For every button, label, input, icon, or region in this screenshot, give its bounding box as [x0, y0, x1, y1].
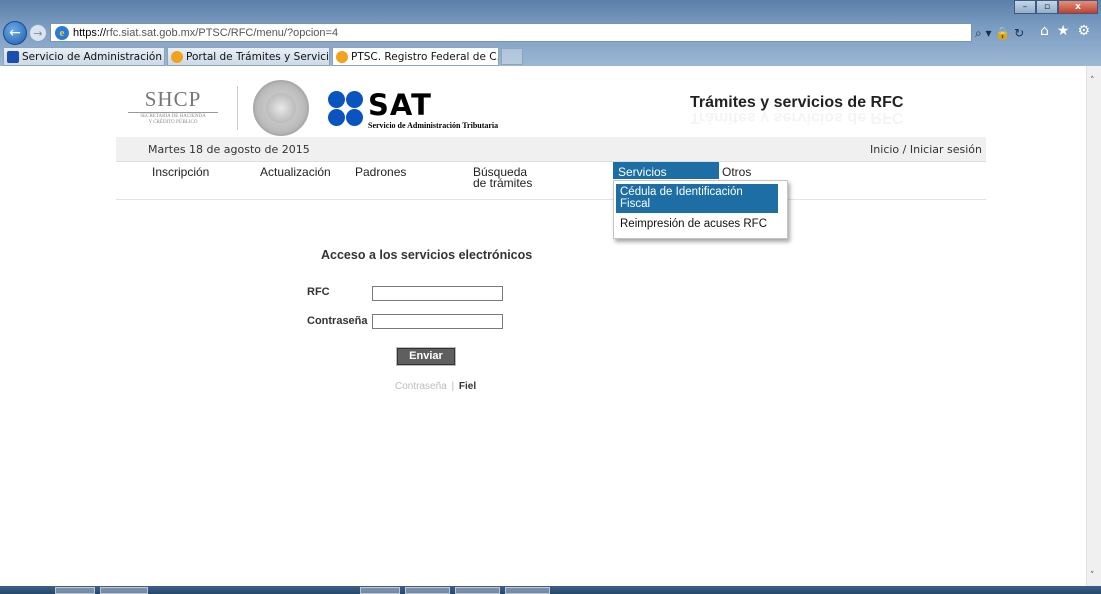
current-date: Martes 18 de agosto de 2015: [148, 143, 310, 156]
nav-item-servicios[interactable]: Servicios: [613, 162, 719, 179]
main-nav: Inscripción Actualización Padrones Búsqu…: [116, 162, 986, 200]
url-path: /PTSC/RFC/menu/?opcion=4: [195, 26, 339, 39]
settings-icon[interactable]: ⚙: [1077, 23, 1090, 43]
password-label: Contraseña: [307, 315, 368, 327]
taskbar-item[interactable]: [405, 587, 450, 594]
address-tools[interactable]: ⌕ ▾ 🔒 ↻: [975, 24, 1031, 42]
contrasena-link[interactable]: Contraseña: [395, 381, 447, 392]
dropdown-item-cedula[interactable]: Cédula de Identificación Fiscal: [616, 184, 778, 213]
nav-item-actualizacion[interactable]: Actualización: [260, 166, 331, 178]
tab-ptsc-active[interactable]: PTSC. Registro Federal de C... ×: [332, 47, 499, 66]
tab-strip: Servicio de Administración Tri... Portal…: [0, 46, 1101, 66]
enviar-button[interactable]: Enviar: [396, 347, 456, 366]
password-input[interactable]: [372, 314, 503, 329]
maximize-button[interactable]: ▫: [1036, 0, 1058, 14]
sat-logo: SAT Servicio de Administración Tributari…: [328, 88, 538, 131]
logo-divider: [237, 86, 238, 130]
sat-dot: [346, 91, 363, 108]
nav-item-busqueda-tramites[interactable]: Búsqueda de trámites: [473, 166, 543, 189]
scroll-down-icon[interactable]: ˅: [1090, 571, 1095, 581]
tab-label: Portal de Trámites y Servicios a...: [186, 50, 329, 63]
auth-method-links: Contraseña | Fiel: [395, 381, 476, 392]
sat-logo-subtitle: Servicio de Administración Tributaria: [368, 121, 499, 130]
taskbar-item[interactable]: [505, 587, 550, 594]
address-bar[interactable]: e https://rfc.siat.sat.gob.mx/PTSC/RFC/m…: [50, 23, 972, 42]
sat-dot: [328, 109, 345, 126]
login-links: Inicio / Iniciar sesión: [870, 143, 982, 156]
auth-link-separator: |: [451, 381, 455, 392]
tab-portal[interactable]: Portal de Trámites y Servicios a...: [167, 47, 330, 66]
page-title: Trámites y servicios de RFC: [690, 94, 904, 111]
rfc-label: RFC: [307, 286, 330, 298]
home-icon[interactable]: ⌂: [1040, 23, 1049, 43]
sat-dot: [346, 109, 363, 126]
taskbar-item[interactable]: [455, 587, 500, 594]
servicios-dropdown: Cédula de Identificación Fiscal Reimpres…: [613, 180, 788, 239]
sat-favicon-icon: [7, 50, 19, 63]
fiel-link[interactable]: Fiel: [459, 381, 476, 392]
favorites-icon[interactable]: ★: [1057, 23, 1070, 43]
window-controls: – ▫ x: [1014, 0, 1098, 14]
url-domain: rfc.siat.sat.gob.mx: [106, 26, 196, 39]
ie-favicon-icon: [171, 50, 183, 63]
toolbar-icons: ⌂ ★ ⚙: [1040, 23, 1100, 43]
date-bar: Martes 18 de agosto de 2015 Inicio / Ini…: [116, 137, 986, 162]
os-taskbar: [0, 586, 1101, 594]
taskbar-item[interactable]: [55, 587, 95, 594]
seal-center: [266, 93, 296, 123]
tab-sat[interactable]: Servicio de Administración Tri...: [3, 47, 165, 66]
shcp-subtitle-line2: Y CRÉDITO PÚBLICO: [148, 120, 198, 125]
browser-chrome: – ▫ x ← → e https://rfc.siat.sat.gob.mx/…: [0, 0, 1101, 66]
vertical-scrollbar[interactable]: ˄ ˅: [1086, 66, 1101, 594]
sat-dots-icon: [328, 91, 364, 127]
taskbar-item[interactable]: [360, 587, 400, 594]
address-row: ← → e https://rfc.siat.sat.gob.mx/PTSC/R…: [0, 20, 1101, 45]
form-title: Acceso a los servicios electrónicos: [321, 248, 533, 262]
scroll-up-icon[interactable]: ˄: [1090, 76, 1095, 86]
tab-label: PTSC. Registro Federal de C...: [351, 50, 499, 63]
ie-favicon-icon: [336, 50, 348, 63]
rfc-input[interactable]: [372, 286, 503, 301]
tab-label: Servicio de Administración Tri...: [22, 50, 164, 63]
url-text: https://rfc.siat.sat.gob.mx/PTSC/RFC/men…: [73, 27, 338, 39]
sat-dot: [328, 91, 345, 108]
forward-button[interactable]: →: [29, 24, 47, 42]
nav-item-inscripcion[interactable]: Inscripción: [152, 166, 209, 178]
sat-logo-title: SAT: [368, 88, 432, 122]
shcp-logo-title: SHCP: [144, 87, 202, 111]
link-separator: /: [902, 143, 907, 156]
shcp-logo-subtitle: SECRETARÍA DE HACIENDA Y CRÉDITO PÚBLICO: [128, 112, 218, 126]
nav-item-otros[interactable]: Otros: [722, 166, 751, 178]
taskbar-item[interactable]: [100, 587, 148, 594]
ie-icon: e: [55, 25, 69, 40]
back-button[interactable]: ←: [3, 21, 27, 45]
iniciar-sesion-link[interactable]: Iniciar sesión: [910, 143, 982, 156]
mexico-seal-icon: [253, 80, 309, 136]
close-window-button[interactable]: x: [1058, 0, 1098, 14]
url-prefix: https://: [73, 26, 107, 39]
dropdown-item-reimpresion[interactable]: Reimpresión de acuses RFC: [620, 218, 767, 230]
nav-item-padrones[interactable]: Padrones: [355, 166, 406, 178]
minimize-button[interactable]: –: [1014, 0, 1036, 14]
inicio-link[interactable]: Inicio: [870, 143, 899, 156]
shcp-logo: SHCP SECRETARÍA DE HACIENDA Y CRÉDITO PÚ…: [128, 88, 218, 130]
page-content: SHCP SECRETARÍA DE HACIENDA Y CRÉDITO PÚ…: [0, 66, 1101, 594]
new-tab-button[interactable]: [501, 48, 523, 65]
